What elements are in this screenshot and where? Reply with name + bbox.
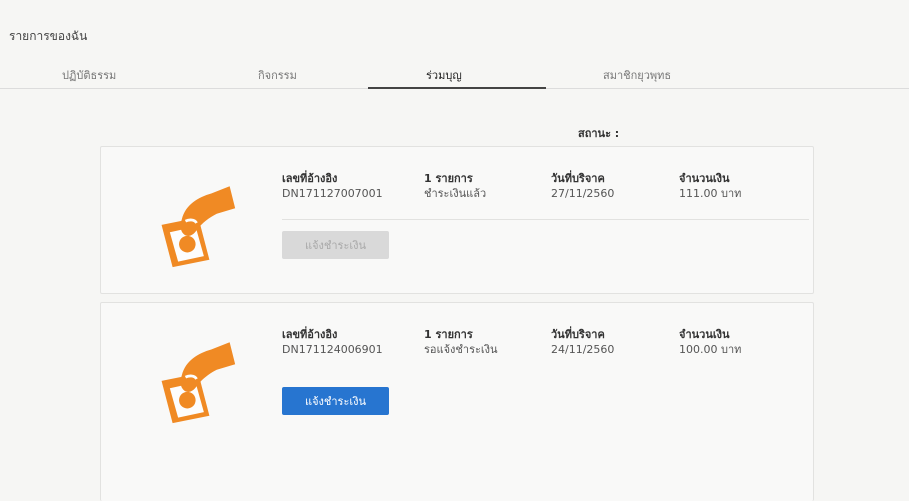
amount-label: จำนวนเงิน	[679, 328, 730, 341]
tab-practice[interactable]: ปฏิบัติธรรม	[62, 66, 116, 84]
item-count-label: 1 รายการ	[424, 328, 473, 341]
active-tab-indicator	[368, 87, 546, 89]
card-divider	[282, 219, 809, 220]
hand-giving-money-icon	[161, 342, 236, 424]
donation-date-value: 24/11/2560	[551, 343, 615, 356]
tab-bar: ปฏิบัติธรรม กิจกรรม ร่วมบุญ สมาชิกยุวพุท…	[0, 58, 909, 98]
reference-number-label: เลขที่อ้างอิง	[282, 172, 338, 185]
donation-card: เลขที่อ้างอิง DN171124006901 1 รายการ รอ…	[100, 302, 814, 501]
hand-giving-money-icon	[161, 186, 236, 268]
amount-label: จำนวนเงิน	[679, 172, 730, 185]
donation-date-label: วันที่บริจาค	[551, 328, 605, 341]
notify-payment-button[interactable]: แจ้งชำระเงิน	[282, 231, 389, 259]
tab-youth-buddhist-members[interactable]: สมาชิกยุวพุทธ	[603, 66, 671, 84]
amount-value: 100.00 บาท	[679, 343, 742, 356]
amount-value: 111.00 บาท	[679, 187, 742, 200]
reference-number-label: เลขที่อ้างอิง	[282, 328, 338, 341]
payment-status-value: ชำระเงินแล้ว	[424, 187, 487, 200]
page-title: รายการของฉัน	[9, 29, 88, 43]
item-count-label: 1 รายการ	[424, 172, 473, 185]
status-filter-label: สถานะ :	[578, 127, 620, 140]
reference-number-value: DN171127007001	[282, 187, 383, 200]
notify-payment-button[interactable]: แจ้งชำระเงิน	[282, 387, 389, 415]
payment-status-value: รอแจ้งชำระเงิน	[424, 343, 498, 356]
donation-card: เลขที่อ้างอิง DN171127007001 1 รายการ ชำ…	[100, 146, 814, 294]
tab-donate[interactable]: ร่วมบุญ	[426, 66, 462, 84]
donation-date-label: วันที่บริจาค	[551, 172, 605, 185]
donation-date-value: 27/11/2560	[551, 187, 615, 200]
reference-number-value: DN171124006901	[282, 343, 383, 356]
tab-activities[interactable]: กิจกรรม	[258, 66, 297, 84]
